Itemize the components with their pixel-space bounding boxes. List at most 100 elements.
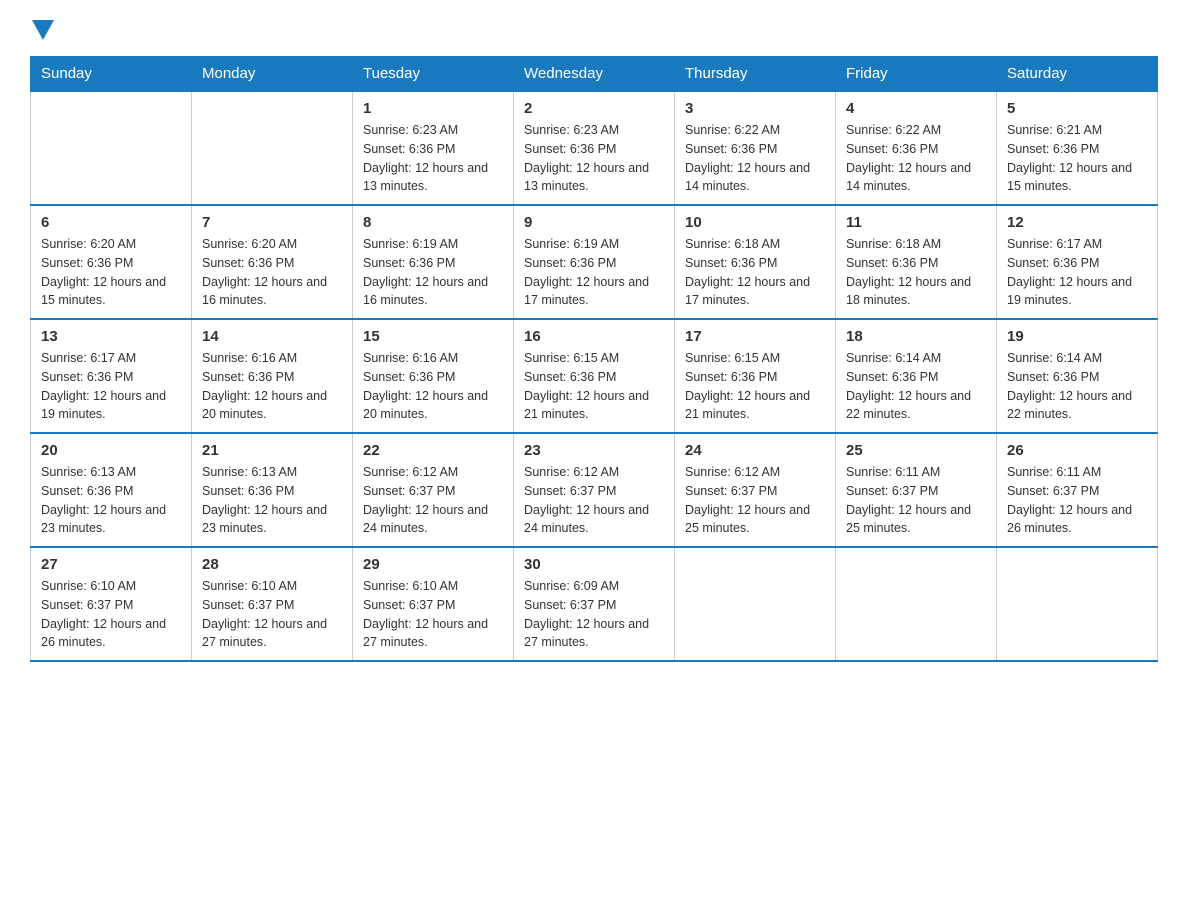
day-info: Sunrise: 6:12 AMSunset: 6:37 PMDaylight:… [363,463,503,538]
day-number: 11 [846,214,986,231]
day-number: 16 [524,328,664,345]
calendar-cell: 23 Sunrise: 6:12 AMSunset: 6:37 PMDayligh… [514,433,675,547]
calendar-cell: 11 Sunrise: 6:18 AMSunset: 6:36 PMDayligh… [836,205,997,319]
day-info: Sunrise: 6:17 AMSunset: 6:36 PMDaylight:… [1007,235,1147,310]
day-number: 4 [846,100,986,117]
day-number: 5 [1007,100,1147,117]
day-number: 12 [1007,214,1147,231]
day-info: Sunrise: 6:13 AMSunset: 6:36 PMDaylight:… [41,463,181,538]
day-number: 2 [524,100,664,117]
day-info: Sunrise: 6:12 AMSunset: 6:37 PMDaylight:… [685,463,825,538]
day-number: 30 [524,556,664,573]
day-number: 1 [363,100,503,117]
calendar-cell: 12 Sunrise: 6:17 AMSunset: 6:36 PMDayligh… [997,205,1158,319]
calendar-week-row: 6Sunrise: 6:20 AMSunset: 6:36 PMDaylight… [31,205,1158,319]
day-info: Sunrise: 6:11 AMSunset: 6:37 PMDaylight:… [1007,463,1147,538]
day-number: 10 [685,214,825,231]
day-number: 18 [846,328,986,345]
day-of-week-header: Saturday [997,57,1158,92]
day-info: Sunrise: 6:19 AMSunset: 6:36 PMDaylight:… [363,235,503,310]
day-info: Sunrise: 6:21 AMSunset: 6:36 PMDaylight:… [1007,121,1147,196]
calendar-cell: 28 Sunrise: 6:10 AMSunset: 6:37 PMDayligh… [192,547,353,661]
calendar-cell: 2 Sunrise: 6:23 AMSunset: 6:36 PMDaylight… [514,91,675,205]
day-number: 8 [363,214,503,231]
calendar-week-row: 1 Sunrise: 6:23 AMSunset: 6:36 PMDaylight… [31,91,1158,205]
day-number: 24 [685,442,825,459]
day-of-week-header: Tuesday [353,57,514,92]
day-number: 28 [202,556,342,573]
calendar-cell: 24 Sunrise: 6:12 AMSunset: 6:37 PMDayligh… [675,433,836,547]
day-info: Sunrise: 6:09 AMSunset: 6:37 PMDaylight:… [524,577,664,652]
calendar-cell: 17 Sunrise: 6:15 AMSunset: 6:36 PMDayligh… [675,319,836,433]
day-of-week-header: Wednesday [514,57,675,92]
day-info: Sunrise: 6:10 AMSunset: 6:37 PMDaylight:… [363,577,503,652]
day-of-week-header: Sunday [31,57,192,92]
calendar-cell: 13 Sunrise: 6:17 AMSunset: 6:36 PMDayligh… [31,319,192,433]
calendar-cell: 26 Sunrise: 6:11 AMSunset: 6:37 PMDayligh… [997,433,1158,547]
day-info: Sunrise: 6:17 AMSunset: 6:36 PMDaylight:… [41,349,181,424]
day-info: Sunrise: 6:16 AMSunset: 6:36 PMDaylight:… [202,349,342,424]
day-number: 9 [524,214,664,231]
day-info: Sunrise: 6:11 AMSunset: 6:37 PMDaylight:… [846,463,986,538]
calendar-cell: 27Sunrise: 6:10 AMSunset: 6:37 PMDayligh… [31,547,192,661]
calendar-cell: 18 Sunrise: 6:14 AMSunset: 6:36 PMDayligh… [836,319,997,433]
calendar-cell: 1 Sunrise: 6:23 AMSunset: 6:36 PMDaylight… [353,91,514,205]
calendar-cell: 4 Sunrise: 6:22 AMSunset: 6:36 PMDaylight… [836,91,997,205]
day-info: Sunrise: 6:15 AMSunset: 6:36 PMDaylight:… [685,349,825,424]
day-info: Sunrise: 6:22 AMSunset: 6:36 PMDaylight:… [685,121,825,196]
day-info: Sunrise: 6:23 AMSunset: 6:36 PMDaylight:… [363,121,503,196]
day-info: Sunrise: 6:23 AMSunset: 6:36 PMDaylight:… [524,121,664,196]
day-number: 19 [1007,328,1147,345]
logo-triangle-icon [32,20,54,40]
calendar-cell [192,91,353,205]
calendar-week-row: 13 Sunrise: 6:17 AMSunset: 6:36 PMDayligh… [31,319,1158,433]
calendar-cell [997,547,1158,661]
calendar-header-row: SundayMondayTuesdayWednesdayThursdayFrid… [31,57,1158,92]
day-info: Sunrise: 6:13 AMSunset: 6:36 PMDaylight:… [202,463,342,538]
page-header [30,20,1158,36]
day-number: 25 [846,442,986,459]
calendar-cell: 3Sunrise: 6:22 AMSunset: 6:36 PMDaylight… [675,91,836,205]
calendar-cell: 8 Sunrise: 6:19 AMSunset: 6:36 PMDaylight… [353,205,514,319]
calendar-week-row: 27Sunrise: 6:10 AMSunset: 6:37 PMDayligh… [31,547,1158,661]
day-of-week-header: Friday [836,57,997,92]
day-info: Sunrise: 6:14 AMSunset: 6:36 PMDaylight:… [1007,349,1147,424]
day-number: 13 [41,328,181,345]
day-number: 22 [363,442,503,459]
day-info: Sunrise: 6:10 AMSunset: 6:37 PMDaylight:… [41,577,181,652]
day-of-week-header: Thursday [675,57,836,92]
day-info: Sunrise: 6:22 AMSunset: 6:36 PMDaylight:… [846,121,986,196]
day-number: 15 [363,328,503,345]
day-info: Sunrise: 6:10 AMSunset: 6:37 PMDaylight:… [202,577,342,652]
day-number: 20 [41,442,181,459]
day-info: Sunrise: 6:12 AMSunset: 6:37 PMDaylight:… [524,463,664,538]
calendar-cell: 21 Sunrise: 6:13 AMSunset: 6:36 PMDayligh… [192,433,353,547]
calendar-week-row: 20 Sunrise: 6:13 AMSunset: 6:36 PMDayligh… [31,433,1158,547]
calendar-cell: 16 Sunrise: 6:15 AMSunset: 6:36 PMDayligh… [514,319,675,433]
day-info: Sunrise: 6:18 AMSunset: 6:36 PMDaylight:… [846,235,986,310]
day-info: Sunrise: 6:16 AMSunset: 6:36 PMDaylight:… [363,349,503,424]
calendar-cell: 25 Sunrise: 6:11 AMSunset: 6:37 PMDayligh… [836,433,997,547]
calendar-cell: 15 Sunrise: 6:16 AMSunset: 6:36 PMDayligh… [353,319,514,433]
day-number: 21 [202,442,342,459]
day-info: Sunrise: 6:20 AMSunset: 6:36 PMDaylight:… [202,235,342,310]
day-number: 7 [202,214,342,231]
day-info: Sunrise: 6:20 AMSunset: 6:36 PMDaylight:… [41,235,181,310]
calendar-cell: 22 Sunrise: 6:12 AMSunset: 6:37 PMDayligh… [353,433,514,547]
calendar-cell: 30 Sunrise: 6:09 AMSunset: 6:37 PMDayligh… [514,547,675,661]
calendar-cell [836,547,997,661]
calendar-cell: 5 Sunrise: 6:21 AMSunset: 6:36 PMDaylight… [997,91,1158,205]
day-info: Sunrise: 6:18 AMSunset: 6:36 PMDaylight:… [685,235,825,310]
calendar-cell: 6Sunrise: 6:20 AMSunset: 6:36 PMDaylight… [31,205,192,319]
day-number: 26 [1007,442,1147,459]
calendar-table: SundayMondayTuesdayWednesdayThursdayFrid… [30,56,1158,662]
day-number: 14 [202,328,342,345]
day-number: 17 [685,328,825,345]
day-info: Sunrise: 6:14 AMSunset: 6:36 PMDaylight:… [846,349,986,424]
calendar-cell: 9 Sunrise: 6:19 AMSunset: 6:36 PMDaylight… [514,205,675,319]
day-info: Sunrise: 6:19 AMSunset: 6:36 PMDaylight:… [524,235,664,310]
day-info: Sunrise: 6:15 AMSunset: 6:36 PMDaylight:… [524,349,664,424]
calendar-cell [675,547,836,661]
calendar-cell: 20 Sunrise: 6:13 AMSunset: 6:36 PMDayligh… [31,433,192,547]
day-number: 23 [524,442,664,459]
